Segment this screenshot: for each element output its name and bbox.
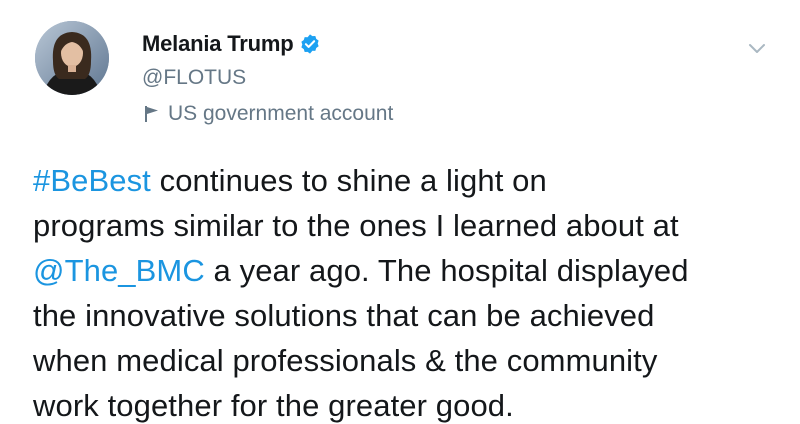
tweet-text: #BeBest continues to shine a light on pr… — [33, 158, 783, 424]
tweet-line: work together for the greater good. — [33, 388, 514, 423]
account-label-row: US government account — [142, 102, 393, 126]
user-handle[interactable]: @FLOTUS — [142, 66, 246, 90]
hashtag-link[interactable]: #BeBest — [33, 163, 151, 198]
tweet-line: @The_BMC a year ago. The hospital displa… — [33, 248, 783, 293]
name-row: Melania Trump — [142, 28, 321, 60]
tweet-text-segment: continues to shine a light on — [150, 163, 547, 198]
display-name[interactable]: Melania Trump — [142, 31, 294, 57]
tweet-card: Melania Trump @FLOTUS US government acco… — [0, 0, 800, 424]
flag-icon — [144, 105, 160, 123]
verified-badge-icon — [299, 33, 321, 55]
mention-link[interactable]: @The_BMC — [33, 253, 205, 288]
tweet-text-segment: a year ago. The hospital displayed — [204, 253, 689, 288]
tweet-line: #BeBest continues to shine a light on — [33, 158, 783, 203]
avatar-image — [35, 21, 109, 95]
tweet-line: when medical professionals & the communi… — [33, 343, 658, 378]
chevron-down-icon[interactable] — [744, 38, 770, 58]
tweet-line: the innovative solutions that can be ach… — [33, 298, 655, 333]
avatar[interactable] — [35, 21, 109, 95]
account-label: US government account — [168, 102, 394, 125]
tweet-line: programs similar to the ones I learned a… — [33, 208, 679, 243]
